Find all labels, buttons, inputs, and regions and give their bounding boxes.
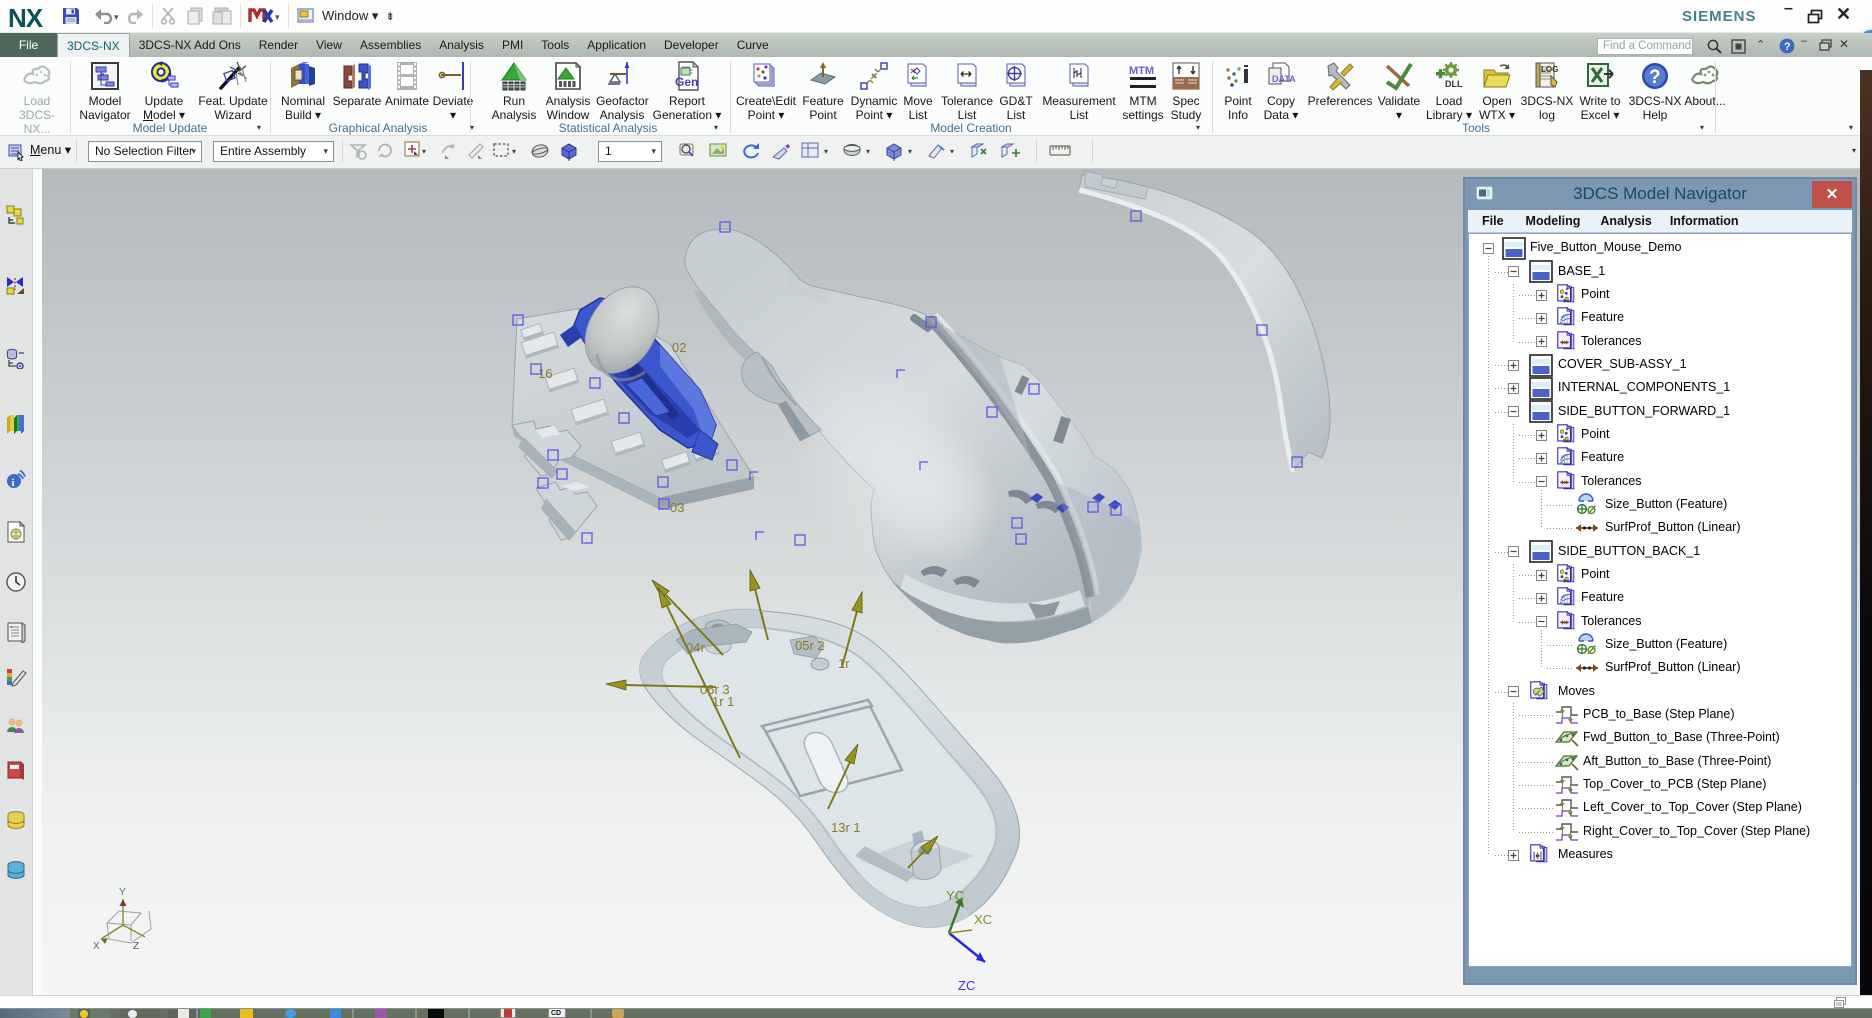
svg-text:Y: Y xyxy=(119,887,126,898)
svg-text:▾: ▾ xyxy=(824,147,828,156)
svg-text:LOG: LOG xyxy=(1541,65,1558,74)
svg-text:XC: XC xyxy=(974,912,992,927)
svg-text:i: i xyxy=(12,477,15,489)
svg-text:?: ? xyxy=(1784,41,1791,53)
svg-text:ZC: ZC xyxy=(958,978,975,993)
svg-text:X: X xyxy=(93,941,100,952)
svg-text:▾: ▾ xyxy=(422,147,426,156)
svg-text:02: 02 xyxy=(672,340,686,355)
svg-text:1r: 1r xyxy=(838,656,850,671)
svg-text:▾: ▾ xyxy=(908,147,912,156)
svg-text:Z: Z xyxy=(133,941,139,952)
svg-text:13r 1: 13r 1 xyxy=(831,820,861,835)
svg-text:▾: ▾ xyxy=(950,147,954,156)
svg-text:▾: ▾ xyxy=(114,12,119,22)
svg-text:?: ? xyxy=(1649,67,1661,88)
svg-text:▾: ▾ xyxy=(512,147,516,156)
svg-text:MTM: MTM xyxy=(1129,65,1154,77)
svg-text:Gen: Gen xyxy=(675,75,698,89)
svg-text:1r 1: 1r 1 xyxy=(712,694,734,709)
svg-text:DATA: DATA xyxy=(1272,74,1296,84)
svg-text:04r: 04r xyxy=(686,640,705,655)
svg-text:03: 03 xyxy=(670,500,684,515)
svg-text:▾: ▾ xyxy=(866,147,870,156)
svg-text:▾: ▾ xyxy=(275,12,280,22)
svg-text:DLL: DLL xyxy=(1445,79,1463,89)
svg-text:YC: YC xyxy=(946,888,964,903)
svg-text:05r 2: 05r 2 xyxy=(795,638,825,653)
